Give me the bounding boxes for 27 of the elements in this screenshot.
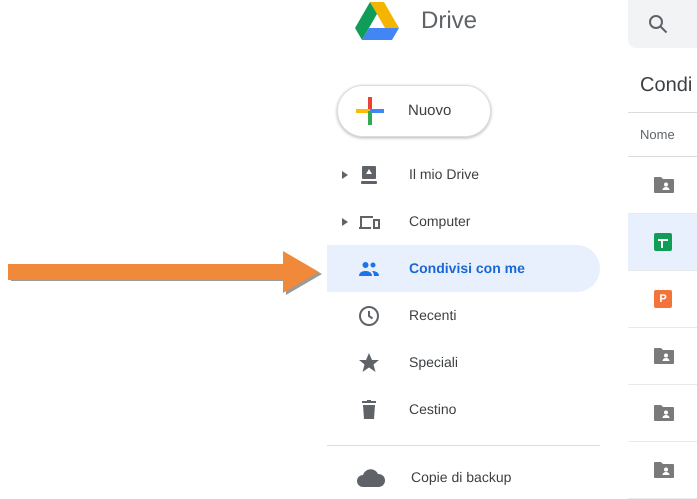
- search-icon: [648, 14, 668, 34]
- nav-item[interactable]: Copie di backup: [327, 455, 600, 499]
- new-button[interactable]: Nuovo: [337, 84, 491, 138]
- app-name: Drive: [421, 6, 478, 36]
- nav-item[interactable]: Condivisi con me: [327, 245, 600, 292]
- page-title: Condi: [640, 72, 692, 98]
- column-header[interactable]: Nome: [640, 124, 675, 144]
- nav-item[interactable]: Computer: [327, 198, 600, 246]
- spreadsheet-icon: [654, 233, 672, 252]
- nav-item[interactable]: Il mio Drive: [327, 151, 600, 198]
- shared-folder-icon: [654, 176, 674, 194]
- shared-folder-icon: [654, 404, 674, 422]
- nav-item[interactable]: Cestino: [327, 386, 600, 434]
- drive-logo-icon: [355, 2, 399, 40]
- nav-item[interactable]: Recenti: [327, 292, 600, 340]
- star-icon: [357, 350, 381, 375]
- file-row[interactable]: [628, 214, 697, 272]
- presentation-icon: P: [654, 290, 672, 308]
- shared-folder-icon: [654, 461, 674, 480]
- search-field[interactable]: [628, 0, 697, 48]
- shared-folder-icon: [654, 347, 674, 366]
- caret-icon[interactable]: [342, 218, 348, 226]
- caret-icon[interactable]: [342, 170, 348, 179]
- clock-icon: [357, 304, 381, 328]
- cloud-icon: [357, 467, 385, 488]
- nav-item[interactable]: Speciali: [327, 339, 600, 386]
- plus-icon: [356, 97, 384, 126]
